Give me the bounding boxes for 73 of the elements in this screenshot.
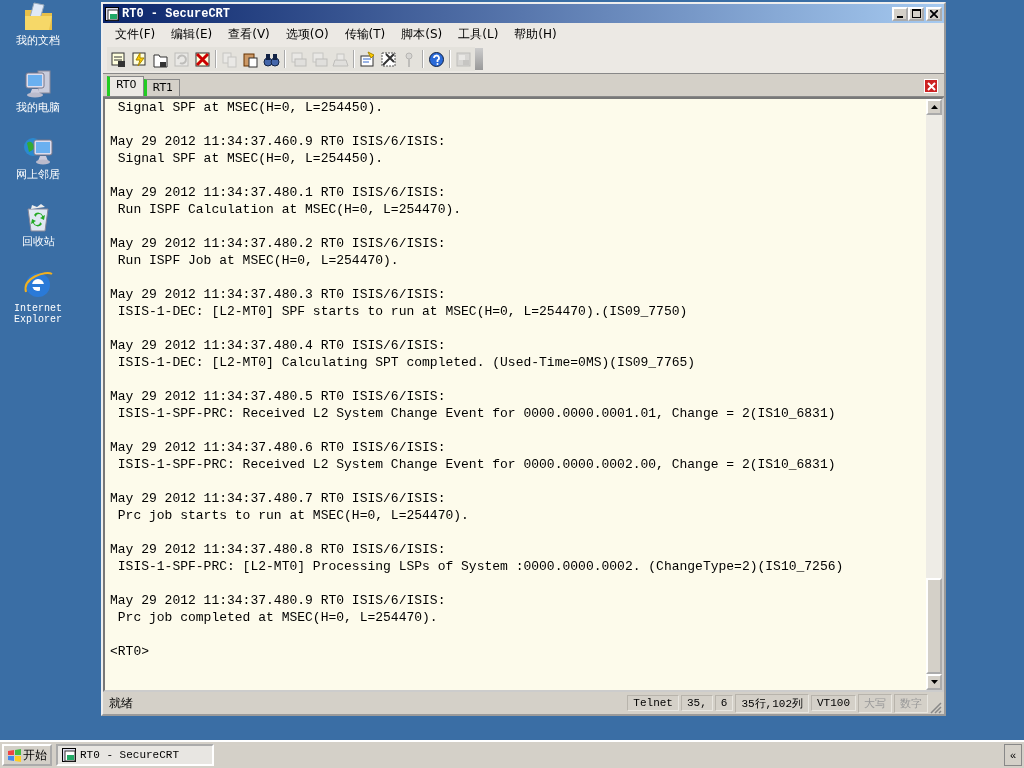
close-button[interactable]	[926, 6, 942, 21]
log-line: May 29 2012 11:34:37.480.6 RT0 ISIS/6/ISIS:	[110, 439, 447, 456]
log-line: May 29 2012 11:34:37.480.1 RT0 ISIS/6/ISIS:	[110, 184, 447, 201]
log-line: ISIS-1-SPF-PRC: Received L2 System Change Event for 0000.0000.0002.00, Change = 2(IS10_6831)	[116, 456, 837, 473]
caret-icon	[930, 105, 938, 109]
scroll-thumb[interactable]	[926, 578, 942, 674]
scroll-up-button[interactable]	[926, 99, 942, 115]
status-pane: 6	[714, 695, 734, 711]
disconnect-icon[interactable]	[194, 50, 211, 68]
app-icon	[62, 748, 76, 762]
log-line: ISIS-1-DEC: [L2-MT0] SPF starts to run at MSEC(H=0, L=254470).(IS09_7750)	[116, 303, 689, 320]
log-line: ISIS-1-SPF-PRC: Received L2 System Change Event for 0000.0000.0001.01, Change = 2(IS10_6831)	[116, 405, 837, 422]
log-line: May 29 2012 11:34:37.480.9 RT0 ISIS/6/ISIS:	[110, 592, 447, 609]
command-prompt: <RT0>	[110, 643, 150, 660]
minimize-icon	[897, 15, 903, 18]
menu-item[interactable]: 传输(T)	[336, 25, 394, 43]
log-line: May 29 2012 11:34:37.480.4 RT0 ISIS/6/ISIS:	[110, 337, 447, 354]
menu-item[interactable]: 选项(O)	[277, 25, 337, 43]
menu-item[interactable]: 查看(V)	[220, 25, 278, 43]
desktop-icon-label[interactable]: Internet Explorer	[8, 303, 68, 325]
log-line: May 29 2012 11:34:37.480.5 RT0 ISIS/6/ISIS:	[110, 388, 447, 405]
desktop-icon-label[interactable]: 网上邻居	[16, 169, 60, 181]
keymap-icon[interactable]	[380, 50, 397, 68]
log-line: May 29 2012 11:34:37.480.8 RT0 ISIS/6/ISIS:	[110, 541, 447, 558]
app-icon[interactable]	[105, 6, 119, 21]
status-pane: 35,	[680, 695, 713, 711]
help-icon[interactable]	[428, 50, 445, 68]
desktop-icon-label[interactable]: 我的文档	[16, 35, 60, 47]
log-line: ISIS-1-DEC: [L2-MT0] Calculating SPT completed. (Used-Time=0MS)(IS09_7765)	[116, 354, 697, 371]
window-title: RT0 - SecureCRT	[122, 6, 232, 21]
log-line: Prc job starts to run at MSEC(H=0, L=254470).	[116, 507, 470, 524]
menu-item[interactable]: 工具(L)	[450, 25, 507, 43]
close-icon	[926, 81, 936, 91]
log-line: May 29 2012 11:34:37.480.2 RT0 ISIS/6/ISIS:	[110, 235, 447, 252]
session-tab[interactable]: RT0	[107, 76, 144, 96]
menu-item[interactable]: 文件(F)	[107, 25, 164, 43]
start-button[interactable]: 开始	[2, 744, 52, 766]
close-tab-button[interactable]	[924, 79, 938, 93]
log-line: Run ISPF Job at MSEC(H=0, L=254470).	[116, 252, 400, 269]
log-line: May 29 2012 11:34:37.480.7 RT0 ISIS/6/ISIS:	[110, 490, 447, 507]
log-line: Run ISPF Calculation at MSEC(H=0, L=254470).	[116, 201, 463, 218]
connect-icon[interactable]	[110, 50, 127, 68]
log-line: Signal SPF at MSEC(H=0, L=254450).	[116, 99, 385, 116]
session-tab[interactable]: RT1	[143, 79, 181, 96]
log-line: May 29 2012 11:34:37.480.3 RT0 ISIS/6/ISIS:	[110, 286, 447, 303]
scroll-down-button[interactable]	[926, 674, 942, 690]
log-line: Signal SPF at MSEC(H=0, L=254450).	[116, 150, 385, 167]
taskbar-window-button[interactable]: RT0 - SecureCRT	[56, 744, 214, 766]
desktop-icon-label[interactable]: 回收站	[21, 236, 55, 248]
status-text: 就绪	[108, 694, 134, 712]
menu-item[interactable]: 脚本(S)	[393, 25, 451, 43]
status-pane: 数字	[894, 693, 928, 713]
computer-icon[interactable]	[22, 67, 54, 99]
status-pane: VT100	[811, 695, 856, 711]
vertical-scrollbar[interactable]	[926, 99, 942, 690]
minimize-button[interactable]	[892, 6, 908, 21]
log-line: May 29 2012 11:34:37.460.9 RT0 ISIS/6/ISIS:	[110, 133, 447, 150]
menu-item[interactable]: 帮助(H)	[506, 25, 565, 43]
status-pane: 35行,102列	[735, 693, 809, 713]
log-line: ISIS-1-SPF-PRC: [L2-MT0] Processing LSPs of System :0000.0000.0002. (ChangeType=2)(IS10_7256)	[116, 558, 845, 575]
show-tray-button[interactable]: «	[1004, 744, 1022, 766]
status-pane: Telnet	[627, 695, 679, 711]
caret-icon	[930, 680, 938, 684]
menu-item[interactable]: 编辑(E)	[163, 25, 221, 43]
maximize-icon	[911, 9, 921, 18]
desktop-icon-label[interactable]: 我的电脑	[16, 102, 60, 114]
windows-flag-icon	[7, 748, 21, 762]
resize-grip-icon[interactable]	[930, 702, 942, 714]
folder-icon[interactable]	[22, 0, 54, 32]
maximize-button[interactable]	[908, 6, 924, 21]
paste-icon[interactable]	[242, 50, 259, 68]
log-line: Prc job completed at MSEC(H=0, L=254470).	[116, 609, 439, 626]
close-icon	[930, 9, 938, 18]
